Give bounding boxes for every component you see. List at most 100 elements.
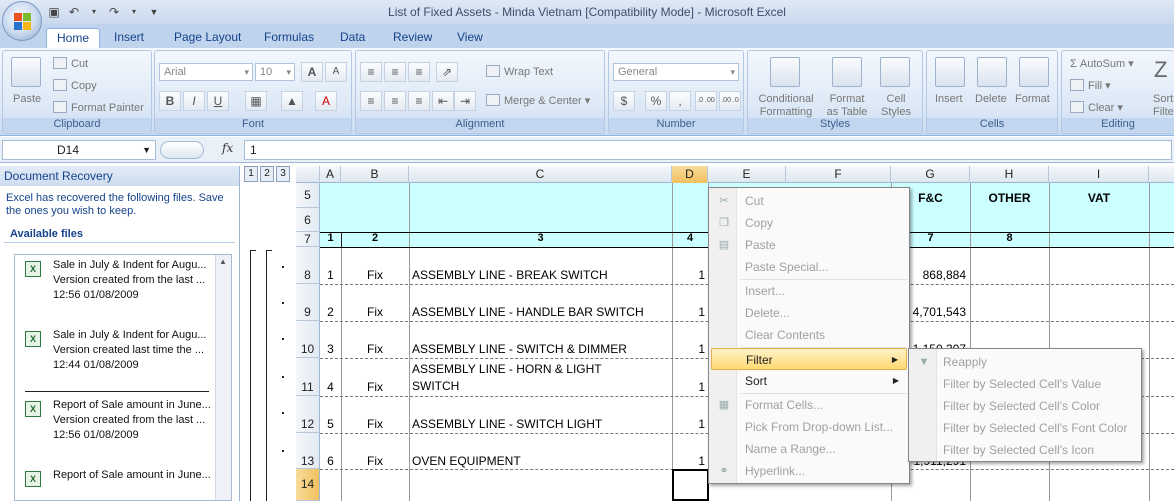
column-header-b[interactable]: B (341, 166, 409, 183)
align-right-button[interactable]: ≡ (408, 91, 430, 111)
format-painter-button[interactable]: Format Painter (53, 101, 144, 114)
row-header[interactable]: 6 (296, 208, 320, 232)
fill-color-button[interactable]: ▲ (281, 91, 303, 111)
undo-icon[interactable]: ↶ (66, 4, 82, 20)
fill-button[interactable]: Fill ▾ (1070, 79, 1111, 92)
cell-styles-button[interactable]: Cell Styles (876, 93, 916, 119)
table-cell[interactable]: OVEN EQUIPMENT (412, 454, 670, 468)
menu-item-clear-contents[interactable]: Clear Contents (711, 324, 907, 346)
index-cell[interactable]: 8 (970, 232, 1049, 244)
list-item[interactable]: X Report of Sale amount in June... Versi… (21, 397, 213, 455)
decrease-decimal-button[interactable]: .00 .0 (719, 91, 741, 111)
table-cell[interactable]: 1 (672, 305, 705, 319)
column-header-i[interactable]: I (1049, 166, 1149, 183)
list-item[interactable]: X Sale in July & Indent for Augu... Vers… (21, 257, 213, 315)
row-header[interactable]: 14 (296, 469, 320, 501)
save-icon[interactable]: ▣ (46, 4, 62, 20)
table-cell[interactable]: SWITCH (412, 379, 670, 393)
tab-formulas[interactable]: Formulas (254, 28, 324, 48)
submenu-item-filter-color[interactable]: Filter by Selected Cell's Color (911, 395, 1139, 417)
index-cell[interactable]: 3 (409, 232, 672, 244)
insert-function-button[interactable]: fx (222, 141, 233, 155)
menu-item-name-range[interactable]: Name a Range... (711, 438, 907, 460)
table-cell[interactable]: ASSEMBLY LINE - HANDLE BAR SWITCH (412, 305, 670, 319)
menu-item-format-cells[interactable]: ▦ Format Cells... (711, 394, 907, 416)
submenu-item-reapply[interactable]: ▼ Reapply (911, 351, 1139, 373)
scrollbar[interactable]: ▲ (215, 255, 231, 500)
table-cell[interactable]: Fix (341, 417, 409, 431)
scroll-up-icon[interactable]: ▲ (219, 257, 227, 266)
column-header-c[interactable]: C (409, 166, 672, 183)
outline-level-2[interactable]: 2 (260, 166, 274, 182)
sort-filter-button[interactable]: Sort Filte (1153, 93, 1174, 119)
outline-level-3[interactable]: 3 (276, 166, 290, 182)
row-header[interactable]: 7 (296, 232, 320, 247)
row-header[interactable]: 13 (296, 433, 320, 469)
outline-level-1[interactable]: 1 (244, 166, 258, 182)
table-cell[interactable]: Fix (341, 305, 409, 319)
name-box[interactable]: D14 ▼ (2, 140, 156, 160)
table-cell[interactable]: 1 (672, 417, 705, 431)
comma-button[interactable]: , (669, 91, 691, 111)
orientation-button[interactable]: ⇗ (436, 62, 458, 82)
table-cell[interactable]: Fix (341, 454, 409, 468)
decrease-indent-button[interactable]: ⇤ (432, 91, 454, 111)
table-cell[interactable]: Fix (341, 342, 409, 356)
increase-indent-button[interactable]: ⇥ (454, 91, 476, 111)
row-header[interactable]: 8 (296, 247, 320, 284)
header-cell-other[interactable]: OTHER (970, 191, 1049, 205)
column-header-g[interactable]: G (891, 166, 970, 183)
row-header[interactable]: 11 (296, 358, 320, 396)
menu-item-delete[interactable]: Delete... (711, 302, 907, 324)
submenu-item-filter-font-color[interactable]: Filter by Selected Cell's Font Color (911, 417, 1139, 439)
row-header[interactable]: 9 (296, 284, 320, 321)
menu-item-sort[interactable]: Sort ▶ (711, 370, 907, 392)
insert-cells-button[interactable]: Insert (935, 93, 963, 105)
table-cell[interactable]: 3 (320, 342, 341, 356)
table-cell[interactable]: 1 (672, 268, 705, 282)
row-header[interactable]: 10 (296, 321, 320, 358)
customize-qat-icon[interactable]: ▼ (146, 4, 162, 20)
bold-button[interactable]: B (159, 91, 181, 111)
font-size-combo[interactable]: 10 (255, 63, 295, 81)
italic-button[interactable]: I (183, 91, 205, 111)
table-cell[interactable]: 5 (320, 417, 341, 431)
column-header-h[interactable]: H (970, 166, 1049, 183)
clear-button[interactable]: Clear ▾ (1070, 101, 1123, 114)
number-format-combo[interactable]: General (613, 63, 739, 81)
submenu-item-filter-value[interactable]: Filter by Selected Cell's Value (911, 373, 1139, 395)
table-cell[interactable]: 1 (672, 454, 705, 468)
table-cell[interactable]: 1 (320, 268, 341, 282)
list-item[interactable]: X Sale in July & Indent for Augu... Vers… (21, 327, 213, 385)
align-center-button[interactable]: ≡ (384, 91, 406, 111)
row-header[interactable]: 12 (296, 396, 320, 433)
table-cell[interactable]: Fix (341, 268, 409, 282)
menu-item-insert[interactable]: Insert... (711, 280, 907, 302)
align-bottom-button[interactable]: ≡ (408, 62, 430, 82)
font-name-combo[interactable]: Arial (159, 63, 253, 81)
table-cell[interactable]: ASSEMBLY LINE - SWITCH LIGHT (412, 417, 670, 431)
menu-item-cut[interactable]: ✂ Cut (711, 190, 907, 212)
conditional-formatting-button[interactable]: Conditional Formatting (754, 93, 818, 119)
copy-button[interactable]: Copy (53, 79, 97, 92)
menu-item-paste[interactable]: ▤ Paste (711, 234, 907, 256)
table-cell[interactable]: 4 (320, 380, 341, 394)
align-middle-button[interactable]: ≡ (384, 62, 406, 82)
grow-font-button[interactable]: A (301, 62, 323, 82)
office-button[interactable] (2, 1, 42, 41)
table-cell[interactable]: ASSEMBLY LINE - BREAK SWITCH (412, 268, 670, 282)
increase-decimal-button[interactable]: .0 .00 (695, 91, 717, 111)
paste-button[interactable]: Paste (13, 93, 41, 105)
format-as-table-button[interactable]: Format as Table (824, 93, 870, 119)
index-cell[interactable]: 4 (672, 232, 708, 244)
currency-button[interactable]: $ (613, 91, 635, 111)
shrink-font-button[interactable]: A (325, 62, 347, 82)
menu-item-pick-dropdown[interactable]: Pick From Drop-down List... (711, 416, 907, 438)
table-cell[interactable]: ASSEMBLY LINE - HORN & LIGHT (412, 362, 670, 376)
delete-cells-button[interactable]: Delete (975, 93, 1007, 105)
tab-view[interactable]: View (447, 28, 493, 48)
underline-button[interactable]: U (207, 91, 229, 111)
table-cell[interactable]: 1 (672, 342, 705, 356)
percent-button[interactable]: % (645, 91, 667, 111)
tab-insert[interactable]: Insert (104, 28, 154, 48)
